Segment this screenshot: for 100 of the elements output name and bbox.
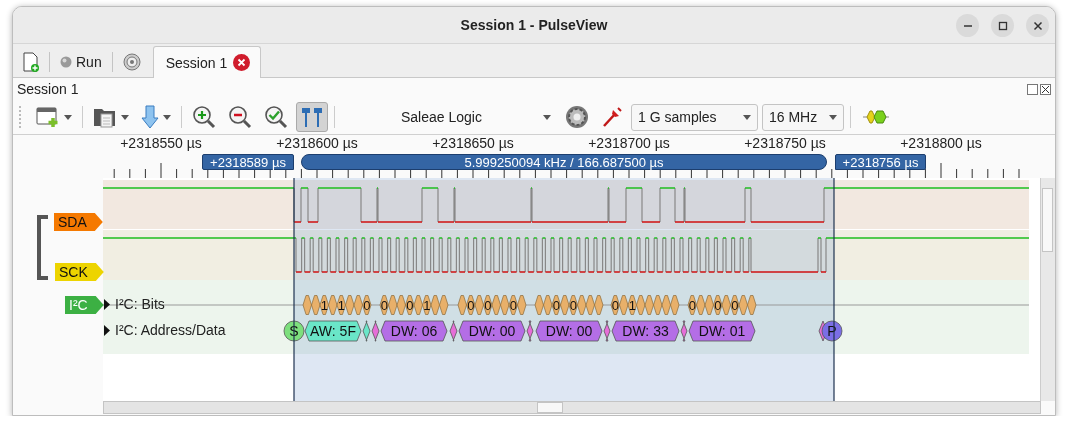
bit-annotation <box>517 295 527 315</box>
data-annotation: DW: 00 <box>535 320 603 342</box>
data-annotation: DW: 00 <box>458 320 526 342</box>
data-annotation: DW: 33 <box>611 320 680 342</box>
decoder-icon <box>861 109 891 125</box>
start-annotation: S <box>283 320 305 342</box>
data-annotation: DW: 06 <box>380 320 448 342</box>
bit-annotation <box>543 295 553 315</box>
time-label: +2318650 µs <box>432 135 514 151</box>
close-button[interactable] <box>1026 14 1049 37</box>
zoom-out-icon <box>228 105 252 129</box>
time-label: +2318550 µs <box>120 135 202 151</box>
sample-rate-select[interactable]: 16 MHz <box>762 103 844 131</box>
bit-annotation <box>585 295 595 315</box>
close-icon <box>233 54 251 71</box>
cursor-toggle-button[interactable] <box>296 102 328 132</box>
bit-annotation <box>636 295 646 315</box>
caret-icon <box>543 114 551 120</box>
bit-annotation <box>311 295 321 315</box>
bit-annotation <box>328 295 338 315</box>
data-annotation: DW: 01 <box>688 320 756 342</box>
bit-annotation: 0 <box>466 295 476 315</box>
window-add-icon <box>36 106 60 128</box>
bit-annotation <box>396 295 406 315</box>
bit-annotation <box>302 295 312 315</box>
bit-annotation <box>474 295 484 315</box>
bit-annotation: 1 <box>422 295 432 315</box>
caret-icon <box>829 114 837 120</box>
expand-arrow-icon[interactable] <box>103 325 111 336</box>
decoder-row-label: I²C: Address/Data <box>115 322 226 338</box>
bit-annotation: 0 <box>610 295 620 315</box>
bit-annotation: 0 <box>362 295 372 315</box>
probe-icon <box>601 106 623 128</box>
caret-icon <box>64 114 72 120</box>
horizontal-scrollbar[interactable] <box>103 401 1041 414</box>
measurement-label[interactable]: 5.999250094 kHz / 166.687500 µs <box>301 154 827 170</box>
window-title: Session 1 - PulseView <box>460 17 608 33</box>
close-button[interactable] <box>1040 83 1051 95</box>
bit-annotation: 1 <box>319 295 329 315</box>
cursor-line[interactable] <box>833 178 835 401</box>
bit-annotation <box>670 295 680 315</box>
bit-annotation: 1 <box>336 295 346 315</box>
close-icon <box>1041 84 1050 94</box>
bit-annotation <box>430 295 440 315</box>
folder-icon <box>93 106 117 128</box>
time-label: +2318700 µs <box>588 135 670 151</box>
vertical-scrollbar[interactable] <box>1040 178 1055 401</box>
bit-annotation <box>534 295 544 315</box>
bit-annotation <box>653 295 663 315</box>
time-label: +2318750 µs <box>744 135 826 151</box>
close-icon <box>1032 20 1043 31</box>
session-tab[interactable]: Session 1 <box>152 46 262 78</box>
bit-annotation <box>594 295 604 315</box>
bit-annotation: 0 <box>508 295 518 315</box>
bit-annotation <box>345 295 355 315</box>
gear-icon <box>565 105 589 129</box>
bit-annotation <box>619 295 629 315</box>
bit-annotation: 0 <box>483 295 493 315</box>
bit-annotation: 0 <box>730 295 740 315</box>
bit-annotation <box>413 295 423 315</box>
channel-tag[interactable]: SDA <box>54 213 103 231</box>
bit-annotation: 0 <box>713 295 723 315</box>
caret-icon <box>743 114 751 120</box>
bit-annotation <box>747 295 757 315</box>
bit-annotation: 0 <box>687 295 697 315</box>
caret-icon <box>163 114 171 120</box>
bit-annotation <box>644 295 654 315</box>
channel-tag[interactable]: SCK <box>55 263 104 281</box>
bit-annotation <box>439 295 449 315</box>
cursor-pair-icon <box>300 106 324 128</box>
bit-annotation: 0 <box>405 295 415 315</box>
bit-annotation <box>696 295 706 315</box>
bit-annotation <box>388 295 398 315</box>
bit-annotation <box>721 295 731 315</box>
cursor-label[interactable]: +2318589 µs <box>202 154 294 170</box>
ball-icon <box>60 56 72 68</box>
bit-annotation <box>500 295 510 315</box>
bit-annotation: 0 <box>551 295 561 315</box>
group-bracket-icon <box>35 215 50 280</box>
minimize-button[interactable] <box>956 14 979 37</box>
maximize-button[interactable] <box>991 14 1014 37</box>
bit-annotation <box>738 295 748 315</box>
time-label: +2318600 µs <box>276 135 358 151</box>
cursor-label[interactable]: +2318756 µs <box>835 154 926 170</box>
device-select[interactable]: Saleae Logic <box>341 103 557 131</box>
target-icon <box>122 53 141 71</box>
bit-annotation <box>491 295 501 315</box>
expand-arrow-icon[interactable] <box>103 299 111 310</box>
stop-annotation: P <box>821 320 843 342</box>
bit-annotation: 0 <box>568 295 578 315</box>
float-button[interactable] <box>1027 83 1038 95</box>
new-document-icon <box>23 52 39 72</box>
decoder-row-label: I²C: Bits <box>115 296 165 312</box>
run-button[interactable]: Run <box>54 47 108 77</box>
bit-annotation: 1 <box>627 295 637 315</box>
zoom-in-icon <box>192 105 216 129</box>
caret-icon <box>121 114 129 120</box>
time-label: +2318800 µs <box>900 135 982 151</box>
zoom-fit-icon <box>264 105 288 129</box>
sample-count-select[interactable]: 1 G samples <box>631 103 758 131</box>
